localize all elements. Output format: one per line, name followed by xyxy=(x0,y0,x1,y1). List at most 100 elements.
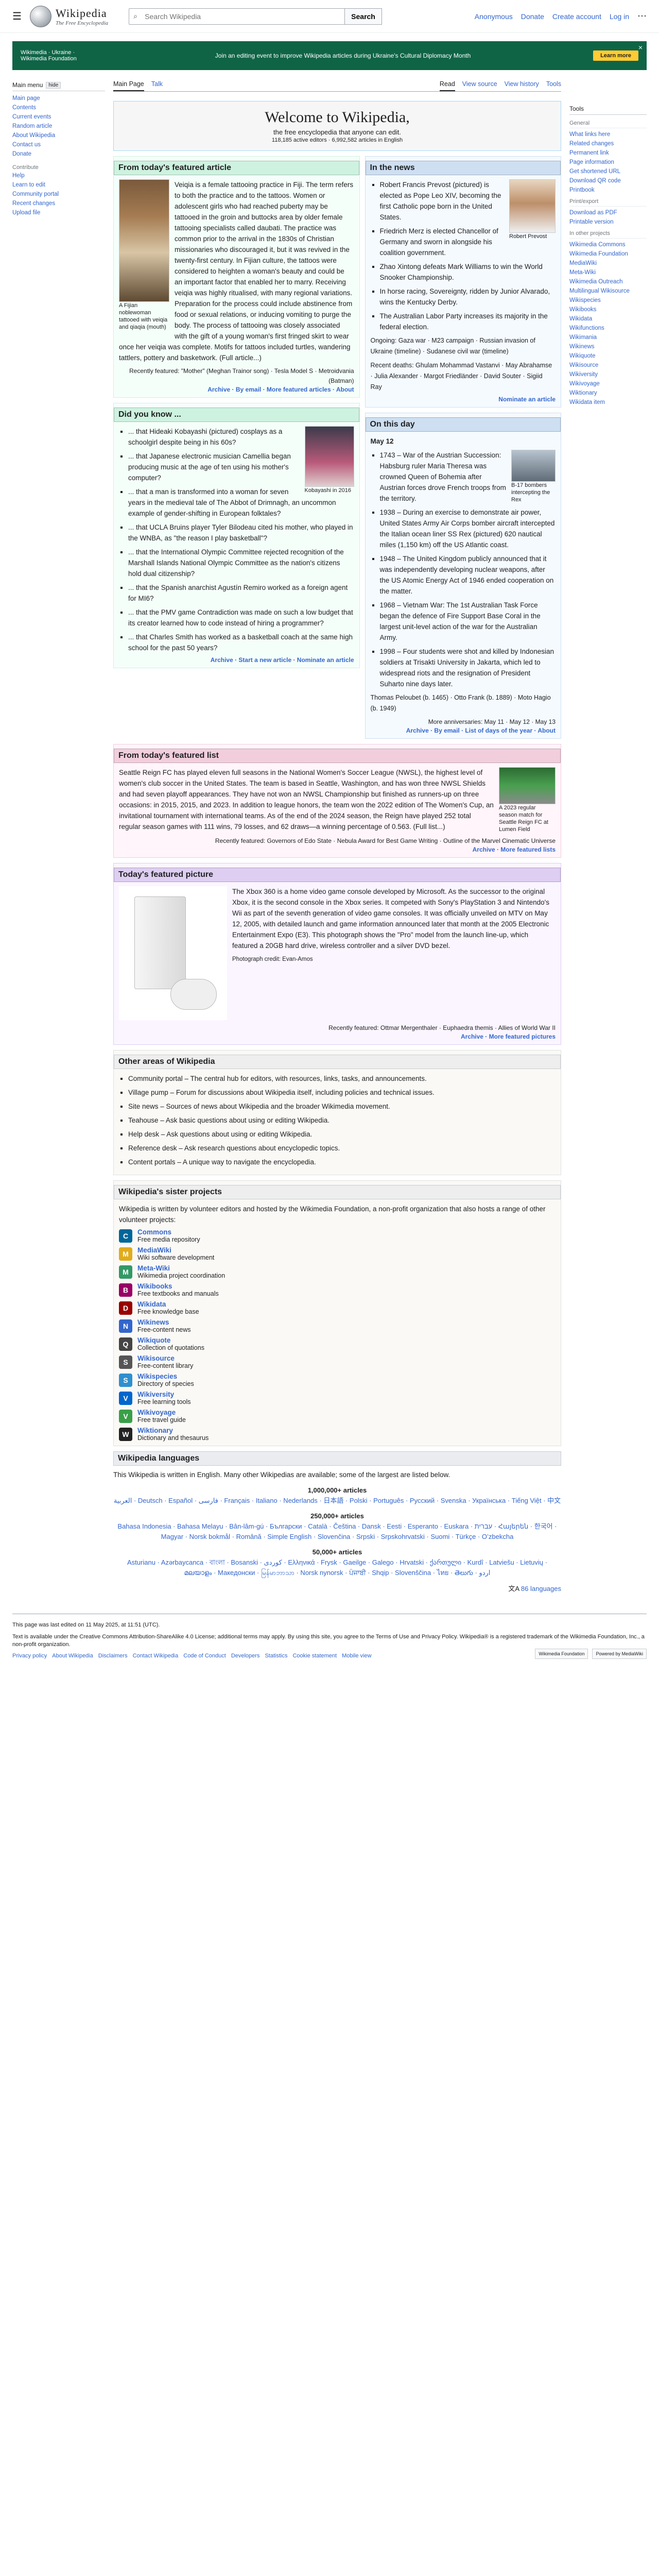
footer-link-contact-wikipedia[interactable]: Contact Wikipedia xyxy=(133,1653,179,1659)
project-link-wikimedia-outreach[interactable]: Wikimedia Outreach xyxy=(569,279,647,285)
featured-article-more-links[interactable]: Archive · By email · More featured artic… xyxy=(119,386,354,393)
other-area-item[interactable]: Teahouse – Ask basic questions about usi… xyxy=(128,1115,556,1126)
user-link-create-account[interactable]: Create account xyxy=(552,12,601,21)
tool-item-download-qr-code[interactable]: Download QR code xyxy=(569,178,647,184)
project-link-wikiquote[interactable]: Wikiquote xyxy=(569,353,647,359)
project-link-meta-wiki[interactable]: Meta-Wiki xyxy=(569,269,647,276)
nav-item-help[interactable]: Help xyxy=(12,173,105,179)
project-link-wikivoyage[interactable]: Wikivoyage xyxy=(569,381,647,387)
banner-learn-more-button[interactable]: Learn more xyxy=(593,50,638,61)
sister-project-wikivoyage[interactable]: V Wikivoyage Free travel guide xyxy=(119,1409,556,1423)
language-links[interactable]: Asturianu · Azərbaycanca · বাংলা · Bosan… xyxy=(127,1558,547,1577)
project-link-wikimania[interactable]: Wikimania xyxy=(569,334,647,341)
sister-project-name[interactable]: Wikisource xyxy=(137,1354,193,1362)
tool-item-printbook[interactable]: Printbook xyxy=(569,187,647,193)
project-link-wikimedia-foundation[interactable]: Wikimedia Foundation xyxy=(569,251,647,257)
featured-picture-more-links[interactable]: Archive · More featured pictures xyxy=(119,1033,556,1040)
sister-project-name[interactable]: Wikispecies xyxy=(137,1372,194,1380)
footer-link-about-wikipedia[interactable]: About Wikipedia xyxy=(52,1653,93,1659)
nav-item-learn-to-edit[interactable]: Learn to edit xyxy=(12,182,105,188)
search-input[interactable] xyxy=(129,8,345,25)
site-logo[interactable]: Wikipedia The Free Encyclopedia xyxy=(29,5,108,27)
project-link-mediawiki[interactable]: MediaWiki xyxy=(569,260,647,266)
project-link-wikisource[interactable]: Wikisource xyxy=(569,362,647,368)
nav-item-recent-changes[interactable]: Recent changes xyxy=(12,200,105,207)
sister-project-wikisource[interactable]: S Wikisource Free-content library xyxy=(119,1354,556,1369)
project-link-wikispecies[interactable]: Wikispecies xyxy=(569,297,647,303)
sister-project-wikidata[interactable]: D Wikidata Free knowledge base xyxy=(119,1300,556,1315)
sister-project-name[interactable]: Wikidata xyxy=(137,1300,199,1308)
other-area-item[interactable]: Village pump – Forum for discussions abo… xyxy=(128,1087,556,1098)
project-link-wikidata-item[interactable]: Wikidata item xyxy=(569,399,647,405)
tool-item-related-changes[interactable]: Related changes xyxy=(569,141,647,147)
project-link-wikiversity[interactable]: Wikiversity xyxy=(569,371,647,378)
tool-item-permanent-link[interactable]: Permanent link xyxy=(569,150,647,156)
footer-link-cookie-statement[interactable]: Cookie statement xyxy=(292,1653,337,1659)
user-link-anonymous[interactable]: Anonymous xyxy=(475,12,513,21)
dyk-more-links[interactable]: Archive · Start a new article · Nominate… xyxy=(119,656,354,664)
nav-item-contact[interactable]: Contact us xyxy=(12,142,105,148)
sister-project-wiktionary[interactable]: W Wiktionary Dictionary and thesaurus xyxy=(119,1427,556,1442)
sister-project-wikibooks[interactable]: B Wikibooks Free textbooks and manuals xyxy=(119,1282,556,1297)
project-link-wiktionary[interactable]: Wiktionary xyxy=(569,390,647,396)
powered-by-mediawiki-badge[interactable]: Powered by MediaWiki xyxy=(592,1649,647,1659)
featured-article-image[interactable] xyxy=(119,179,169,302)
footer-link-disclaimers[interactable]: Disclaimers xyxy=(98,1653,128,1659)
sister-project-name[interactable]: Wikiversity xyxy=(137,1391,191,1398)
project-link-wikifunctions[interactable]: Wikifunctions xyxy=(569,325,647,331)
tab-main-page[interactable]: Main Page xyxy=(113,80,144,91)
nav-item-main-page[interactable]: Main page xyxy=(12,95,105,101)
project-link-wikibooks[interactable]: Wikibooks xyxy=(569,307,647,313)
sister-project-name[interactable]: MediaWiki xyxy=(137,1246,214,1254)
nav-item-community-portal[interactable]: Community portal xyxy=(12,191,105,197)
language-links[interactable]: Bahasa Indonesia · Bahasa Melayu · Bân-l… xyxy=(117,1522,557,1540)
otd-more-links[interactable]: Archive · By email · List of days of the… xyxy=(371,727,556,734)
sister-project-name[interactable]: Wikivoyage xyxy=(137,1409,186,1416)
sister-project-meta-wiki[interactable]: M Meta-Wiki Wikimedia project coordination xyxy=(119,1264,556,1279)
featured-list-more-links[interactable]: Archive · More featured lists xyxy=(119,846,556,853)
tool-item-page-information[interactable]: Page information xyxy=(569,159,647,165)
footer-link-privacy-policy[interactable]: Privacy policy xyxy=(12,1653,47,1659)
main-menu-hide-button[interactable]: hide xyxy=(46,81,61,89)
project-link-multilingual-wikisource[interactable]: Multilingual Wikisource xyxy=(569,288,647,294)
featured-list-image[interactable] xyxy=(499,767,556,804)
sister-project-mediawiki[interactable]: M MediaWiki Wiki software development xyxy=(119,1246,556,1261)
footer-link-statistics[interactable]: Statistics xyxy=(265,1653,287,1659)
other-area-item[interactable]: Reference desk – Ask research questions … xyxy=(128,1143,556,1154)
nav-item-random-article[interactable]: Random article xyxy=(12,123,105,129)
sister-project-name[interactable]: Meta-Wiki xyxy=(137,1264,225,1272)
sister-project-wikiquote[interactable]: Q Wikiquote Collection of quotations xyxy=(119,1336,556,1351)
menu-icon[interactable]: ☰ xyxy=(12,10,22,23)
sister-project-name[interactable]: Wikibooks xyxy=(137,1282,219,1290)
tab-read[interactable]: Read xyxy=(439,80,455,91)
otd-image[interactable] xyxy=(511,450,556,482)
project-link-wikimedia-commons[interactable]: Wikimedia Commons xyxy=(569,242,647,248)
sister-project-name[interactable]: Commons xyxy=(137,1228,200,1236)
nav-item-donate[interactable]: Donate xyxy=(12,151,105,157)
nav-item-about[interactable]: About Wikipedia xyxy=(12,132,105,139)
other-area-item[interactable]: Community portal – The central hub for e… xyxy=(128,1073,556,1084)
sister-project-name[interactable]: Wiktionary xyxy=(137,1427,209,1434)
tab-talk[interactable]: Talk xyxy=(151,80,163,91)
other-area-item[interactable]: Content portals – A unique way to naviga… xyxy=(128,1157,556,1167)
sister-project-commons[interactable]: C Commons Free media repository xyxy=(119,1228,556,1243)
close-icon[interactable]: × xyxy=(638,43,643,52)
tab-view-source[interactable]: View source xyxy=(462,80,497,91)
tool-item-printable-version[interactable]: Printable version xyxy=(569,219,647,225)
user-link-log-in[interactable]: Log in xyxy=(610,12,629,21)
user-link-donate[interactable]: Donate xyxy=(521,12,544,21)
tab-view-history[interactable]: View history xyxy=(505,80,539,91)
project-link-wikinews[interactable]: Wikinews xyxy=(569,344,647,350)
tool-item-download-as-pdf[interactable]: Download as PDF xyxy=(569,210,647,216)
footer-link-mobile-view[interactable]: Mobile view xyxy=(342,1653,371,1659)
sister-project-wikispecies[interactable]: S Wikispecies Directory of species xyxy=(119,1372,556,1387)
dyk-image[interactable] xyxy=(304,426,354,487)
project-link-wikidata[interactable]: Wikidata xyxy=(569,316,647,322)
itn-more-links[interactable]: Nominate an article xyxy=(371,396,556,403)
nav-item-upload-file[interactable]: Upload file xyxy=(12,210,105,216)
other-area-item[interactable]: Help desk – Ask questions about using or… xyxy=(128,1129,556,1140)
sister-project-name[interactable]: Wikinews xyxy=(137,1318,191,1326)
footer-link-code-of-conduct[interactable]: Code of Conduct xyxy=(183,1653,226,1659)
sister-project-wikiversity[interactable]: V Wikiversity Free learning tools xyxy=(119,1391,556,1405)
nav-item-contents[interactable]: Contents xyxy=(12,105,105,111)
